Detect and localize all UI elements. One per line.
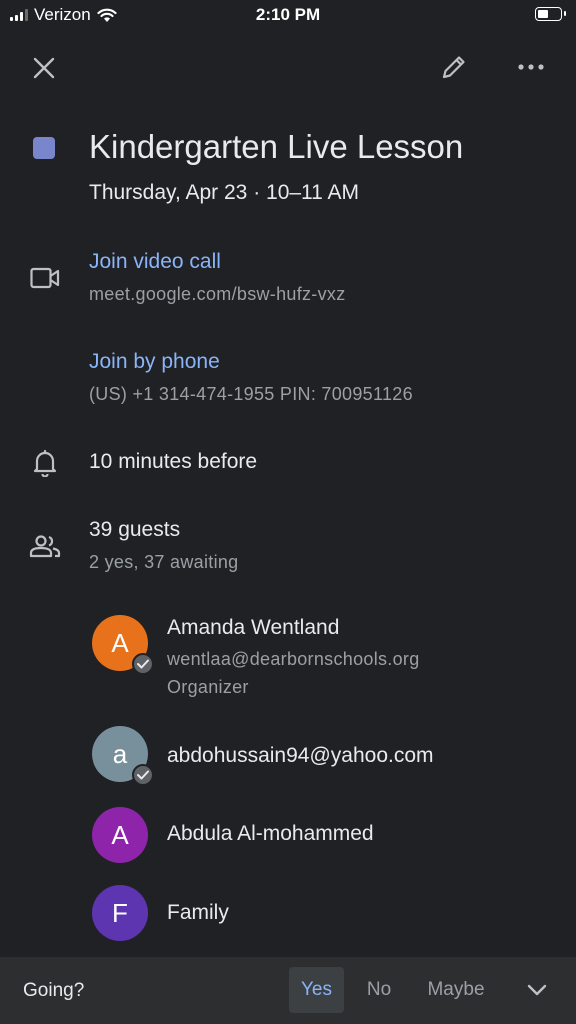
rsvp-label: Going?	[23, 980, 85, 1001]
phone-details: (US) +1 314-474-1955 PIN: 700951126	[89, 384, 413, 404]
avatar-initial: F	[112, 897, 128, 928]
avatar-initial: A	[111, 627, 129, 658]
event-color-indicator	[33, 137, 55, 159]
guest-name[interactable]: Family	[167, 901, 229, 925]
event-title: Kindergarten Live Lesson	[89, 128, 464, 165]
avatar-initial: A	[111, 819, 129, 850]
avatar-initial: a	[112, 738, 128, 769]
rsvp-maybe-button[interactable]: Maybe	[417, 967, 495, 1013]
guest-name[interactable]: Abdula Al-mohammed	[167, 822, 374, 846]
chevron-down-icon[interactable]	[516, 967, 558, 1013]
accepted-check-icon	[132, 653, 154, 675]
guest-count[interactable]: 39 guests	[89, 518, 180, 542]
avatar[interactable]: F	[92, 885, 148, 941]
avatar[interactable]: A	[92, 807, 148, 863]
status-bar: Verizon 2:10 PM	[0, 0, 576, 30]
guest-role: Organizer	[167, 677, 249, 697]
rsvp-bar: Going? Yes No Maybe	[0, 957, 576, 1024]
guest-email: wentlaa@dearbornschools.org	[167, 649, 420, 669]
event-datetime: Thursday, Apr 23 · 10–11 AM	[89, 181, 360, 204]
rsvp-no-button[interactable]: No	[356, 967, 402, 1013]
status-time: 2:10 PM	[255, 5, 321, 24]
join-by-phone-link[interactable]: Join by phone	[89, 350, 220, 374]
pencil-icon[interactable]	[436, 49, 472, 85]
join-video-call-link[interactable]: Join video call	[89, 250, 221, 274]
video-call-url: meet.google.com/bsw-hufz-vxz	[89, 284, 346, 304]
notification-text[interactable]: 10 minutes before	[89, 450, 257, 474]
guest-summary: 2 yes, 37 awaiting	[89, 552, 239, 572]
guest-name[interactable]: abdohussain94@yahoo.com	[167, 744, 434, 768]
more-horizontal-icon[interactable]	[512, 50, 550, 84]
video-camera-icon	[28, 261, 62, 295]
rsvp-yes-button[interactable]: Yes	[289, 967, 344, 1013]
accepted-check-icon	[132, 764, 154, 786]
close-icon[interactable]	[26, 50, 62, 86]
guest-name[interactable]: Amanda Wentland	[167, 616, 339, 640]
avatar[interactable]: A	[92, 615, 154, 675]
battery-icon	[535, 7, 566, 21]
bell-icon	[28, 446, 62, 480]
avatar[interactable]: a	[92, 726, 154, 786]
people-icon	[28, 529, 62, 563]
